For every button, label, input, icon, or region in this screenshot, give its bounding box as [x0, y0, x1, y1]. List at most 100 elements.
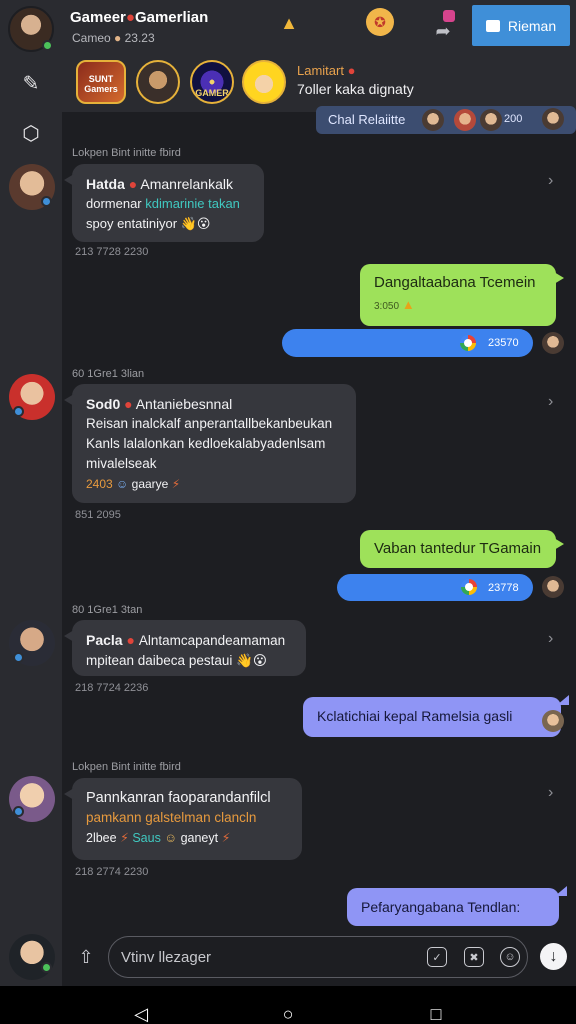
story-item[interactable] [136, 60, 180, 104]
message-text: Reisan inalckalf anperantallbekanbeukan [86, 416, 333, 431]
story-featured-text: 7oller kaka dignaty [297, 81, 414, 97]
online-status-icon [42, 40, 53, 51]
chevron-right-icon[interactable]: › [548, 630, 553, 648]
sticker-button-icon[interactable]: ✓ [427, 947, 447, 967]
pinned-banner[interactable]: Chal Relaiitte 200 [316, 106, 576, 134]
avatar [454, 109, 476, 131]
message-header: Lokpen Bint initte fbird [72, 761, 181, 773]
message-time: 23778 [488, 582, 519, 594]
message-text: spoy entatiniyor [86, 216, 178, 231]
message-text: Kanls lalalonkan kedloekalabyadenlsam [86, 436, 326, 451]
message-text: mpitean daibeca pestaui [86, 653, 233, 668]
message-bubble[interactable]: Pacla ● Alntamcapandeamaman mpitean daib… [64, 620, 306, 676]
message-text-highlight: kdimarinie takan [145, 196, 240, 211]
home-icon[interactable]: ○ [273, 1003, 303, 1024]
emoji-icon: ☺ [164, 831, 178, 845]
message-text: Amanrelankalk [140, 176, 233, 192]
message-text: Vaban tantedur TGamain [374, 540, 542, 557]
message-tag: Saus [132, 831, 161, 845]
message-text-highlight: pamkann galstelman clancln [86, 810, 257, 825]
chat-icon [485, 19, 500, 32]
chevron-right-icon[interactable]: › [548, 784, 553, 802]
flame-icon: ● [347, 63, 356, 78]
story-featured-name[interactable]: Lamitart ● [297, 63, 355, 78]
emoji-icon: ☺ [116, 477, 129, 491]
message-text: Pannkanran faoparandanfilcl [86, 790, 271, 806]
recents-icon[interactable]: □ [421, 1003, 451, 1024]
avatar [480, 109, 502, 131]
message-sender: Sod0 [86, 396, 121, 412]
chevron-right-icon[interactable]: › [548, 172, 553, 190]
message-header: 60 1Gre1 3lian [72, 368, 145, 380]
subtitle-count: 23.23 [124, 31, 155, 45]
message-text: Pefaryangabana Tendlan: [361, 899, 521, 915]
message-header: Lokpen Bint initte fbird [72, 147, 181, 159]
arrow-down-icon: ↓ [549, 947, 558, 965]
message-bubble[interactable]: Hatda ● Amanrelankalk dormenar kdimarini… [64, 164, 264, 242]
send-button[interactable]: ↓ [540, 943, 567, 970]
story-item[interactable]: GAMER [190, 60, 234, 104]
message-bubble[interactable]: Pannkanran faoparandanfilcl pamkann gals… [64, 778, 302, 860]
sticker-icon: ⚡ [120, 831, 129, 845]
sticker-icon: ⚡ [221, 831, 231, 845]
avatar [542, 576, 564, 598]
flame-icon: ● [125, 9, 135, 26]
status-icon [41, 196, 52, 207]
outgoing-status-bar[interactable]: 23570 [282, 329, 533, 357]
read-receipt-icon [460, 335, 476, 351]
chevron-right-icon[interactable]: › [548, 393, 553, 411]
message-text: Alntamcapandeamaman [138, 633, 286, 648]
channel-subtitle: Cameo ● 23.23 [72, 31, 155, 45]
channel-title[interactable]: Gameer●Gamerlian [70, 9, 208, 26]
outgoing-message-bubble[interactable]: Dangaltaabana Tcemein 3:050 ▲ [360, 264, 564, 326]
pinned-label: Chal Relaiitte [328, 112, 406, 127]
online-status-icon [41, 962, 52, 973]
outgoing-message-bubble[interactable]: Pefaryangabana Tendlan: [347, 886, 567, 926]
status-icon [13, 652, 24, 663]
message-tag: 2403 [86, 477, 113, 491]
message-tag: 2lbee [86, 831, 117, 845]
outgoing-message-bubble[interactable]: Kclatichiai kepal Ramelsia gasli [303, 695, 569, 737]
my-avatar[interactable] [9, 934, 55, 980]
header-action-button[interactable]: Rieman [472, 5, 570, 46]
message-timestamp: 851 2095 [75, 509, 121, 521]
channel-title-text: Gameer [70, 9, 126, 26]
message-sender: Pacla [86, 632, 123, 648]
pinned-count: 200 [504, 113, 523, 125]
award-badge-icon[interactable]: ✪ [366, 8, 394, 36]
edit-icon[interactable]: ✎ [18, 70, 44, 96]
read-receipt-icon [461, 579, 477, 595]
sticker-icon: ▲ [401, 297, 415, 312]
gif-button-icon[interactable]: ✖ [464, 947, 484, 967]
app-header: Gameer●Gamerlian Cameo ● 23.23 ▲ ✪ ➦ Rie… [0, 0, 576, 112]
message-text: gaarye [131, 477, 169, 491]
flame-icon: ● [128, 176, 138, 192]
message-text: ganeyt [180, 831, 219, 845]
message-sender: Hatda [86, 176, 125, 192]
emoji-icon: 👋😮 [180, 216, 211, 231]
flame-icon: ● [124, 396, 133, 412]
message-timestamp: 213 7728 2230 [75, 246, 149, 258]
story-item[interactable]: SUNT Gamers [76, 60, 126, 104]
message-text: Dangaltaabana Tcemein [374, 274, 536, 291]
message-text: dormenar [86, 196, 146, 211]
outgoing-message-bubble[interactable]: Vaban tantedur TGamain [360, 530, 564, 568]
message-bubble[interactable]: Sod0 ● Antaniebesnnal Reisan inalckalf a… [64, 384, 356, 503]
trophy-icon[interactable]: ▲ [274, 8, 304, 38]
story-item[interactable] [242, 60, 286, 104]
avatar [542, 710, 564, 732]
message-timestamp: 218 7724 2236 [75, 682, 149, 694]
status-icon [13, 406, 24, 417]
channel-title-suffix: Gamerlian [134, 9, 209, 26]
message-time: 3:050 [374, 301, 400, 312]
emoji-button-icon[interactable]: ☺ [500, 947, 520, 967]
outgoing-status-bar[interactable]: 23778 [337, 574, 533, 601]
settings-icon[interactable]: ⬡ [18, 120, 44, 146]
back-icon[interactable]: ◁ [126, 1003, 156, 1024]
upload-icon[interactable]: ⇧ [73, 944, 99, 970]
sticker-icon: ⚡ [171, 477, 181, 491]
message-text: Kclatichiai kepal Ramelsia gasli [317, 708, 513, 724]
left-rail: ✎ ⬡ [0, 73, 62, 986]
message-text: mivalelseak [86, 456, 157, 471]
message-timestamp: 218 2774 2230 [75, 866, 149, 878]
